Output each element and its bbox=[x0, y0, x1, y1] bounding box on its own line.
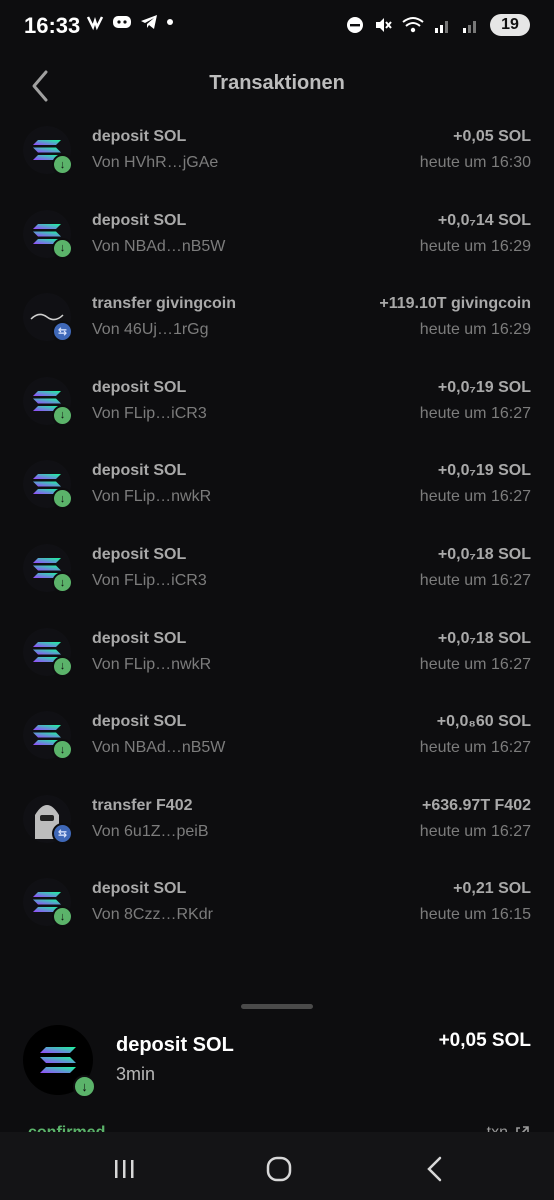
transaction-time: heute um 16:27 bbox=[419, 404, 531, 422]
transaction-source: Von FLip…iCR3 bbox=[92, 404, 207, 422]
recent-apps-icon[interactable] bbox=[107, 1152, 141, 1186]
back-nav-icon[interactable] bbox=[418, 1152, 452, 1186]
transaction-amount: +636.97T F402 bbox=[422, 796, 531, 814]
transaction-time: heute um 16:29 bbox=[419, 321, 531, 339]
transaction-name: deposit SOL bbox=[92, 211, 187, 229]
transaction-source: Von 8Czz…RKdr bbox=[92, 906, 213, 924]
detail-amount: +0,05 SOL bbox=[438, 1030, 531, 1051]
telegram-icon bbox=[141, 15, 157, 29]
transaction-row[interactable]: ↓ deposit SOL Von FLip…iCR3 +0,0₇18 SOL heut… bbox=[0, 538, 554, 622]
transaction-name: transfer givingcoin bbox=[92, 295, 237, 313]
transaction-source: Von HVhR…jGAe bbox=[92, 154, 219, 171]
transaction-row[interactable]: ↓ deposit SOL Von FLip…nwkR +0,0₇19 SOL heut… bbox=[0, 454, 554, 538]
transaction-row[interactable]: ↓ deposit SOL Von HVhR…jGAe +0,05 SOL heute … bbox=[0, 120, 554, 204]
transaction-name: deposit SOL bbox=[92, 629, 187, 647]
transaction-name: transfer F402 bbox=[92, 796, 193, 814]
deposit-arrow-icon: ↓ bbox=[52, 572, 73, 593]
transaction-source: Von FLip…nwkR bbox=[92, 488, 212, 506]
transaction-name: deposit SOL bbox=[92, 880, 187, 898]
transaction-row[interactable]: ↓ deposit SOL Von NBAd…nB5W +0,0₇14 SOL heut… bbox=[0, 204, 554, 288]
transaction-name: deposit SOL bbox=[92, 713, 187, 731]
signal-icon bbox=[435, 21, 448, 33]
status-time: 16:33 bbox=[24, 13, 81, 38]
signal2-icon bbox=[463, 21, 476, 33]
transaction-time: heute um 16:29 bbox=[419, 237, 531, 255]
do-not-disturb-icon bbox=[347, 17, 363, 33]
transaction-time: heute um 16:27 bbox=[419, 655, 531, 673]
transaction-detail-sheet: ↓ deposit SOL 3min +0,05 SOL bbox=[0, 990, 554, 1132]
transaction-source: Von FLip…iCR3 bbox=[92, 572, 207, 589]
transaction-source: Von 46Uj…1rGg bbox=[92, 321, 209, 339]
transfer-arrows-icon: ⇆ bbox=[52, 321, 73, 343]
deposit-arrow-icon: ↓ bbox=[52, 488, 73, 510]
transaction-name: deposit SOL bbox=[92, 378, 187, 396]
deposit-arrow-icon: ↓ bbox=[52, 739, 73, 761]
system-nav-bar bbox=[0, 1132, 554, 1200]
transaction-amount: +0,0₈60 SOL bbox=[436, 713, 531, 731]
status-bar: 16:33 19 bbox=[0, 0, 554, 54]
transaction-row[interactable]: ⇆ transfer F402 Von 6u1Z…peiB +636.97T F402… bbox=[0, 789, 554, 873]
transaction-source: Von NBAd…nB5W bbox=[92, 237, 226, 255]
transaction-amount: +0,21 SOL bbox=[453, 880, 531, 898]
notification-icons bbox=[86, 13, 174, 31]
transaction-name: deposit SOL bbox=[92, 546, 187, 563]
wifi-icon bbox=[402, 17, 424, 33]
deposit-arrow-icon: ↓ bbox=[73, 1075, 96, 1098]
transaction-time: heute um 16:27 bbox=[419, 739, 531, 757]
transaction-amount: +0,0₇19 SOL bbox=[437, 462, 531, 480]
transaction-time: heute um 16:30 bbox=[419, 154, 531, 171]
discord-icon bbox=[113, 16, 131, 28]
transaction-name: deposit SOL bbox=[92, 128, 187, 145]
header: Transaktionen bbox=[0, 60, 554, 110]
battery-indicator: 19 bbox=[490, 14, 530, 36]
deposit-arrow-icon: ↓ bbox=[52, 906, 73, 928]
transfer-arrows-icon: ⇆ bbox=[52, 822, 73, 844]
deposit-arrow-icon: ↓ bbox=[52, 655, 73, 677]
transaction-source: Von FLip…nwkR bbox=[92, 655, 212, 673]
transaction-row[interactable]: ↓ deposit SOL Von 8Czz…RKdr +0,21 SOL heute … bbox=[0, 872, 554, 956]
transaction-time: heute um 16:27 bbox=[419, 488, 531, 506]
transaction-name: deposit SOL bbox=[92, 462, 187, 480]
home-icon[interactable] bbox=[262, 1152, 296, 1186]
detail-name: deposit SOL bbox=[116, 1034, 234, 1056]
transaction-amount: +119.10T givingcoin bbox=[379, 295, 531, 313]
transaction-row[interactable]: ⇆ transfer givingcoin Von 46Uj…1rGg +119.10… bbox=[0, 287, 554, 371]
transaction-amount: +0,05 SOL bbox=[453, 128, 531, 145]
transaction-amount: +0,0₇18 SOL bbox=[437, 629, 531, 647]
deposit-arrow-icon: ↓ bbox=[52, 154, 73, 175]
battery-level: 19 bbox=[501, 16, 519, 33]
deposit-arrow-icon: ↓ bbox=[52, 237, 73, 259]
transaction-time: heute um 16:27 bbox=[419, 822, 531, 840]
system-icons: 19 bbox=[346, 14, 530, 36]
transaction-amount: +0,0₇19 SOL bbox=[437, 378, 531, 396]
transaction-amount: +0,0₇18 SOL bbox=[437, 546, 531, 563]
transaction-time: heute um 16:15 bbox=[419, 906, 531, 924]
transaction-amount: +0,0₇14 SOL bbox=[437, 211, 531, 229]
notification-app-icon bbox=[86, 16, 104, 31]
transaction-source: Von NBAd…nB5W bbox=[92, 739, 226, 757]
detail-age: 3min bbox=[116, 1064, 156, 1084]
sheet-drag-handle[interactable] bbox=[241, 1004, 313, 1009]
transaction-row[interactable]: ↓ deposit SOL Von FLip…nwkR +0,0₇18 SOL heut… bbox=[0, 622, 554, 706]
transaction-row[interactable]: ↓ deposit SOL Von FLip…iCR3 +0,0₇19 SOL heut… bbox=[0, 371, 554, 455]
transaction-source: Von 6u1Z…peiB bbox=[92, 822, 209, 840]
deposit-arrow-icon: ↓ bbox=[52, 404, 73, 426]
page-title: Transaktionen bbox=[209, 72, 345, 94]
mute-icon bbox=[376, 18, 392, 32]
dot-icon bbox=[167, 19, 173, 25]
transaction-row[interactable]: ↓ deposit SOL Von NBAd…nB5W +0,0₈60 SOL heut… bbox=[0, 705, 554, 789]
transaction-time: heute um 16:27 bbox=[419, 572, 531, 589]
